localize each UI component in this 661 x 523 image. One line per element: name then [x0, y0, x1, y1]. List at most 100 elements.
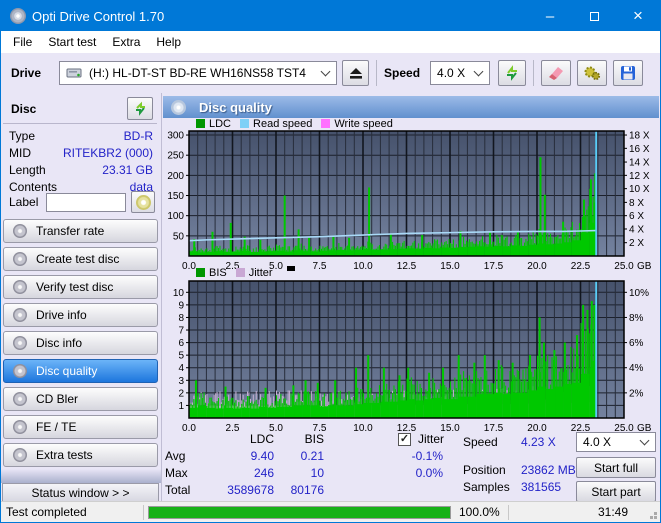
menu-extra[interactable]: Extra	[104, 32, 148, 52]
jitter-checkbox[interactable]: ✓	[398, 433, 411, 446]
disc-section-header: Disc	[1, 96, 161, 122]
erase-disc-button[interactable]	[541, 60, 572, 86]
read-speed-legend-label: Read speed	[253, 117, 313, 130]
settings-button[interactable]	[577, 60, 608, 86]
sidebar-item-label: Verify test disc	[36, 280, 114, 294]
avg-ldc: 9.40	[250, 449, 274, 463]
read-speed-legend-swatch	[240, 119, 250, 128]
menu-help[interactable]: Help	[148, 32, 189, 52]
disc-label-input[interactable]	[46, 192, 127, 212]
resize-grip[interactable]	[654, 516, 657, 519]
menu-start-test[interactable]: Start test	[40, 32, 104, 52]
cd-icon	[13, 336, 27, 350]
statusbar-separator	[508, 504, 509, 520]
disc-header-label: Disc	[11, 102, 37, 116]
svg-text:2 X: 2 X	[629, 238, 644, 249]
menu-file[interactable]: File	[5, 32, 40, 52]
svg-text:7: 7	[178, 326, 184, 337]
svg-text:6%: 6%	[629, 338, 644, 349]
cd-icon	[13, 420, 27, 434]
jitter-checkbox-label: Jitter	[418, 432, 445, 446]
svg-text:4%: 4%	[629, 363, 644, 374]
save-button[interactable]	[613, 60, 644, 86]
stats-row-total: Total	[165, 483, 191, 497]
close-icon: ×	[633, 6, 643, 25]
position-label: Position	[463, 463, 506, 477]
svg-text:0.0: 0.0	[182, 423, 196, 432]
progress-fill	[149, 507, 450, 518]
maximize-icon	[589, 11, 599, 21]
svg-text:6 X: 6 X	[629, 211, 644, 222]
minimize-button[interactable]: –	[528, 1, 572, 31]
minimize-icon: –	[545, 7, 555, 25]
avg-bis: 0.21	[300, 449, 324, 463]
toolbar: Drive (H:) HL-DT-ST BD-RE WH16NS58 TST4 …	[1, 53, 660, 93]
total-bis: 80176	[290, 483, 324, 497]
sidebar-item-label: Create test disc	[36, 252, 120, 266]
erase-disc-icon	[549, 67, 564, 80]
max-ldc: 246	[253, 466, 274, 480]
close-button[interactable]: ×	[616, 1, 660, 31]
refresh-arrows-icon	[507, 65, 518, 81]
start-part-button[interactable]: Start part	[576, 481, 656, 502]
sidebar-item-label: Transfer rate	[36, 224, 105, 238]
cd-icon	[13, 280, 27, 294]
sidebar-item-transfer-rate[interactable]: Transfer rate	[3, 219, 158, 243]
bis-chart: 1 23 45 67 8 910 2% 4% 6% 8% 10% 0.0 2.5 5.0 7.5 10.0 12…	[173, 280, 652, 432]
samples-label: Samples	[463, 480, 510, 494]
sidebar-item-extra-tests[interactable]: Extra tests	[3, 443, 158, 467]
chevron-down-icon	[639, 435, 650, 446]
drive-select[interactable]: (H:) HL-DT-ST BD-RE WH16NS58 TST4	[59, 61, 338, 85]
progress-percent: 100.0%	[459, 505, 500, 519]
refresh-button[interactable]	[498, 60, 527, 86]
sidebar-item-cd-bler[interactable]: CD Bler	[3, 387, 158, 411]
sidebar-item-create-test-disc[interactable]: Create test disc	[3, 247, 158, 271]
sidebar-item-verify-test-disc[interactable]: Verify test disc	[3, 275, 158, 299]
ldc-legend-swatch	[196, 119, 205, 128]
eject-button[interactable]	[342, 60, 370, 86]
disc-quality-panel: Disc quality LDC Read speed Write speed …	[162, 93, 660, 502]
chevron-down-icon	[320, 66, 331, 77]
svg-text:8: 8	[178, 313, 184, 324]
disc-length-label: Length	[9, 163, 46, 177]
sidebar-item-label: Drive info	[36, 308, 87, 322]
maximize-button[interactable]	[572, 1, 616, 31]
svg-text:10.0: 10.0	[353, 423, 373, 432]
svg-text:4: 4	[178, 363, 184, 374]
menu-bar: File Start test Extra Help	[1, 31, 660, 53]
disc-label-button[interactable]	[131, 191, 155, 213]
status-window-button[interactable]: Status window > >	[2, 483, 159, 502]
svg-text:10 X: 10 X	[629, 184, 650, 195]
panel-title: Disc quality	[199, 99, 272, 115]
svg-text:2.5: 2.5	[226, 423, 240, 432]
svg-text:10%: 10%	[629, 288, 649, 299]
legend-marker	[286, 266, 295, 271]
speed-select[interactable]: 4.0 X	[430, 61, 491, 85]
svg-text:22.5: 22.5	[571, 423, 591, 432]
sidebar-item-disc-info[interactable]: Disc info	[3, 331, 158, 355]
svg-text:15.0: 15.0	[440, 423, 460, 432]
svg-text:20.0: 20.0	[527, 261, 547, 270]
test-speed-select[interactable]: 4.0 X	[576, 432, 656, 452]
jitter-legend-swatch	[235, 268, 245, 277]
svg-text:GB: GB	[637, 261, 652, 270]
disc-mid-value: RITEKBR2 (000)	[62, 146, 153, 160]
cd-icon	[13, 448, 27, 462]
sidebar-item-fe-te[interactable]: FE / TE	[3, 415, 158, 439]
svg-text:8 X: 8 X	[629, 198, 644, 209]
svg-text:22.5: 22.5	[571, 261, 591, 270]
start-full-button[interactable]: Start full	[576, 457, 656, 478]
write-speed-legend-swatch	[321, 119, 331, 128]
disc-refresh-button[interactable]	[127, 97, 153, 120]
ldc-chart-legend: LDC Read speed Write speed	[187, 117, 393, 130]
sidebar-item-drive-info[interactable]: Drive info	[3, 303, 158, 327]
sidebar-item-label: Disc quality	[36, 364, 98, 378]
app-window: Opti Drive Control 1.70 – × File Start t…	[0, 0, 661, 523]
disc-mid-label: MID	[9, 146, 31, 160]
sidebar-item-label: Disc info	[36, 336, 83, 350]
sidebar-item-disc-quality[interactable]: Disc quality	[3, 359, 158, 383]
app-disc-icon	[10, 8, 26, 24]
sidebar-item-label: Extra tests	[36, 448, 93, 462]
svg-text:GB: GB	[637, 423, 652, 432]
max-jitter: 0.0%	[415, 466, 443, 480]
